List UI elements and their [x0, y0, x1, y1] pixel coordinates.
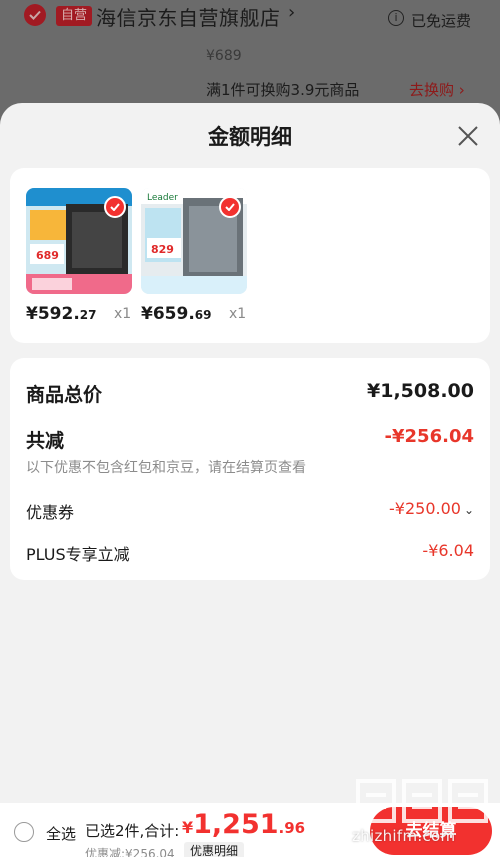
- select-all-radio[interactable]: [14, 822, 34, 842]
- product-quantity: x1: [229, 306, 247, 322]
- shipping-status: 已免运费: [411, 12, 472, 30]
- promo-text: 满1件可换购3.9元商品: [206, 81, 360, 99]
- coupon-value[interactable]: -¥250.00 ⌄: [389, 499, 474, 518]
- coupon-row[interactable]: 优惠券 -¥250.00 ⌄: [26, 499, 474, 523]
- watermark-text: zhizhifm.com: [352, 827, 456, 845]
- svg-text:689: 689: [36, 249, 59, 262]
- close-icon[interactable]: [455, 123, 481, 149]
- plus-value: -¥6.04: [422, 541, 474, 560]
- self-operated-badge: 自营: [56, 6, 93, 26]
- reduce-note-row: 以下优惠不包含红包和京豆，请在结算页查看: [26, 457, 474, 477]
- selected-check-icon[interactable]: [219, 196, 241, 218]
- sheet-title: 金额明细: [208, 125, 292, 149]
- svg-text:829: 829: [151, 243, 174, 256]
- product-thumbnail[interactable]: Leader 829: [141, 188, 247, 294]
- store-chevron-icon: ›: [288, 2, 296, 23]
- total-price-value: ¥1,508.00: [367, 380, 474, 402]
- reduce-note: 以下优惠不包含红包和京豆，请在结算页查看: [26, 460, 306, 476]
- product-price: ¥659.69: [141, 304, 212, 324]
- store-name[interactable]: 海信京东自营旗舰店: [96, 2, 281, 31]
- total-price-row: 商品总价 ¥1,508.00: [26, 380, 474, 406]
- coupon-label: 优惠券: [26, 503, 75, 522]
- product-price: ¥592.27: [26, 304, 97, 324]
- swap-link[interactable]: 去换购 ›: [409, 79, 465, 100]
- svg-text:Leader: Leader: [147, 193, 178, 203]
- discount-amount: 优惠减:¥256.04: [85, 847, 175, 857]
- reduce-value: -¥256.04: [384, 426, 474, 447]
- original-price: ¥689: [206, 48, 242, 64]
- plus-row: PLUS专享立减 -¥6.04: [26, 541, 474, 565]
- product-thumbnail[interactable]: 689: [26, 188, 132, 294]
- product-quantity: x1: [114, 306, 132, 322]
- product-item[interactable]: Leader 829 ¥659.69 x1: [141, 188, 247, 324]
- product-item[interactable]: 689 ¥592.27 x1: [26, 188, 132, 324]
- reduce-label: 共减: [26, 430, 65, 452]
- selected-check-icon[interactable]: [104, 196, 126, 218]
- store-check-icon[interactable]: [24, 4, 46, 26]
- summary-card: 商品总价 ¥1,508.00 共减 -¥256.04 以下优惠不包含红包和京豆，…: [10, 358, 490, 580]
- total-price-label: 商品总价: [26, 384, 103, 406]
- reduce-row: 共减 -¥256.04: [26, 426, 474, 452]
- info-icon[interactable]: i: [388, 10, 404, 26]
- total-amount: ¥1,251.96: [182, 809, 306, 840]
- amount-detail-sheet: 金额明细 689 ¥592.27 x1 Leader 829 ¥659.69 x…: [0, 103, 500, 803]
- chevron-down-icon: ⌄: [463, 503, 474, 517]
- plus-label: PLUS专享立减: [26, 545, 130, 564]
- select-all-label[interactable]: 全选: [46, 823, 76, 844]
- discount-detail-button[interactable]: 优惠明细: [184, 842, 245, 857]
- selected-count: 已选2件,合计:: [85, 822, 180, 840]
- products-card: 689 ¥592.27 x1 Leader 829 ¥659.69 x1: [10, 168, 490, 343]
